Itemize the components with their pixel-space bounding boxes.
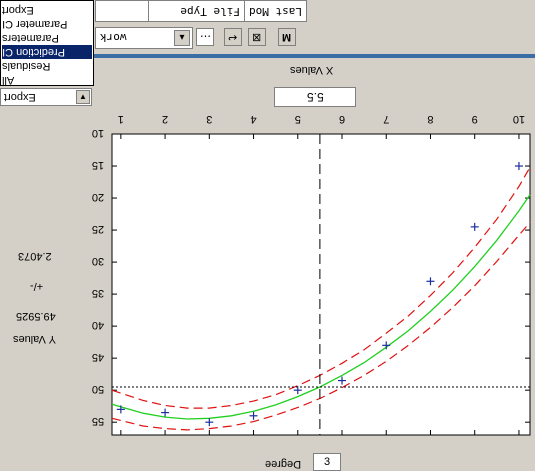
- x-tick-label: 1: [118, 113, 124, 125]
- x-tick-label: 8: [427, 113, 433, 125]
- dropdown-option[interactable]: All: [2, 73, 92, 85]
- x-values-label-text: X Values: [290, 64, 334, 76]
- y-tick-label: 40: [92, 319, 104, 331]
- predicted-y-value: 2.4073: [18, 250, 52, 262]
- y-tick-label: 30: [92, 255, 104, 267]
- plus-minus-label: +/-: [30, 280, 43, 292]
- dropdown-option[interactable]: Parameter CI: [2, 17, 92, 31]
- y-values-label: Y Values: [13, 333, 56, 345]
- dropdown-option[interactable]: Parameters: [2, 31, 92, 45]
- export-select-value: Export: [4, 91, 36, 103]
- y-tick-label: 35: [92, 287, 104, 299]
- confidence-interval-text: 49.5925: [16, 310, 56, 322]
- dropdown-option[interactable]: Residuals: [2, 59, 92, 73]
- x-tick-label: 2: [162, 113, 168, 125]
- degree-label: Degree: [265, 458, 301, 470]
- predicted-y-text: 2.4073: [18, 250, 52, 262]
- x-tick-label: 4: [250, 113, 256, 125]
- y-tick-label: 10: [92, 127, 104, 139]
- degree-input[interactable]: 3: [313, 453, 341, 471]
- dropdown-option[interactable]: Prediction CI: [2, 45, 92, 59]
- plus-minus-text: +/-: [30, 280, 44, 292]
- y-values-label-text: Y Values: [13, 333, 57, 345]
- x-tick-label: 9: [472, 113, 478, 125]
- x-tick-label: 10: [513, 113, 525, 125]
- degree-label-text: Degree: [265, 458, 302, 470]
- y-tick-label: 20: [92, 191, 104, 203]
- y-tick-label: 25: [92, 223, 104, 235]
- degree-value-text: 3: [323, 456, 331, 468]
- export-dropdown-list[interactable]: All Residuals Prediction CI Parameters Param…: [0, 0, 94, 86]
- y-tick-label: 55: [92, 415, 104, 427]
- x-value-input[interactable]: 5.5: [274, 87, 356, 107]
- y-tick-label: 45: [92, 351, 104, 363]
- confidence-interval-value: 49.5925: [16, 310, 56, 322]
- x-tick-label: 5: [295, 113, 301, 125]
- plot-area: [111, 133, 531, 436]
- x-value-text: 5.5: [306, 90, 324, 104]
- x-tick-label: 3: [206, 113, 212, 125]
- y-tick-label: 50: [92, 383, 104, 395]
- dropdown-option[interactable]: Export: [2, 3, 92, 17]
- x-tick-label: 6: [339, 113, 345, 125]
- chevron-down-icon[interactable]: ▲: [76, 90, 90, 104]
- x-values-label: X Values: [290, 64, 333, 76]
- x-tick-label: 7: [383, 113, 389, 125]
- export-select[interactable]: Export ▲: [0, 88, 92, 106]
- y-tick-label: 15: [92, 159, 104, 171]
